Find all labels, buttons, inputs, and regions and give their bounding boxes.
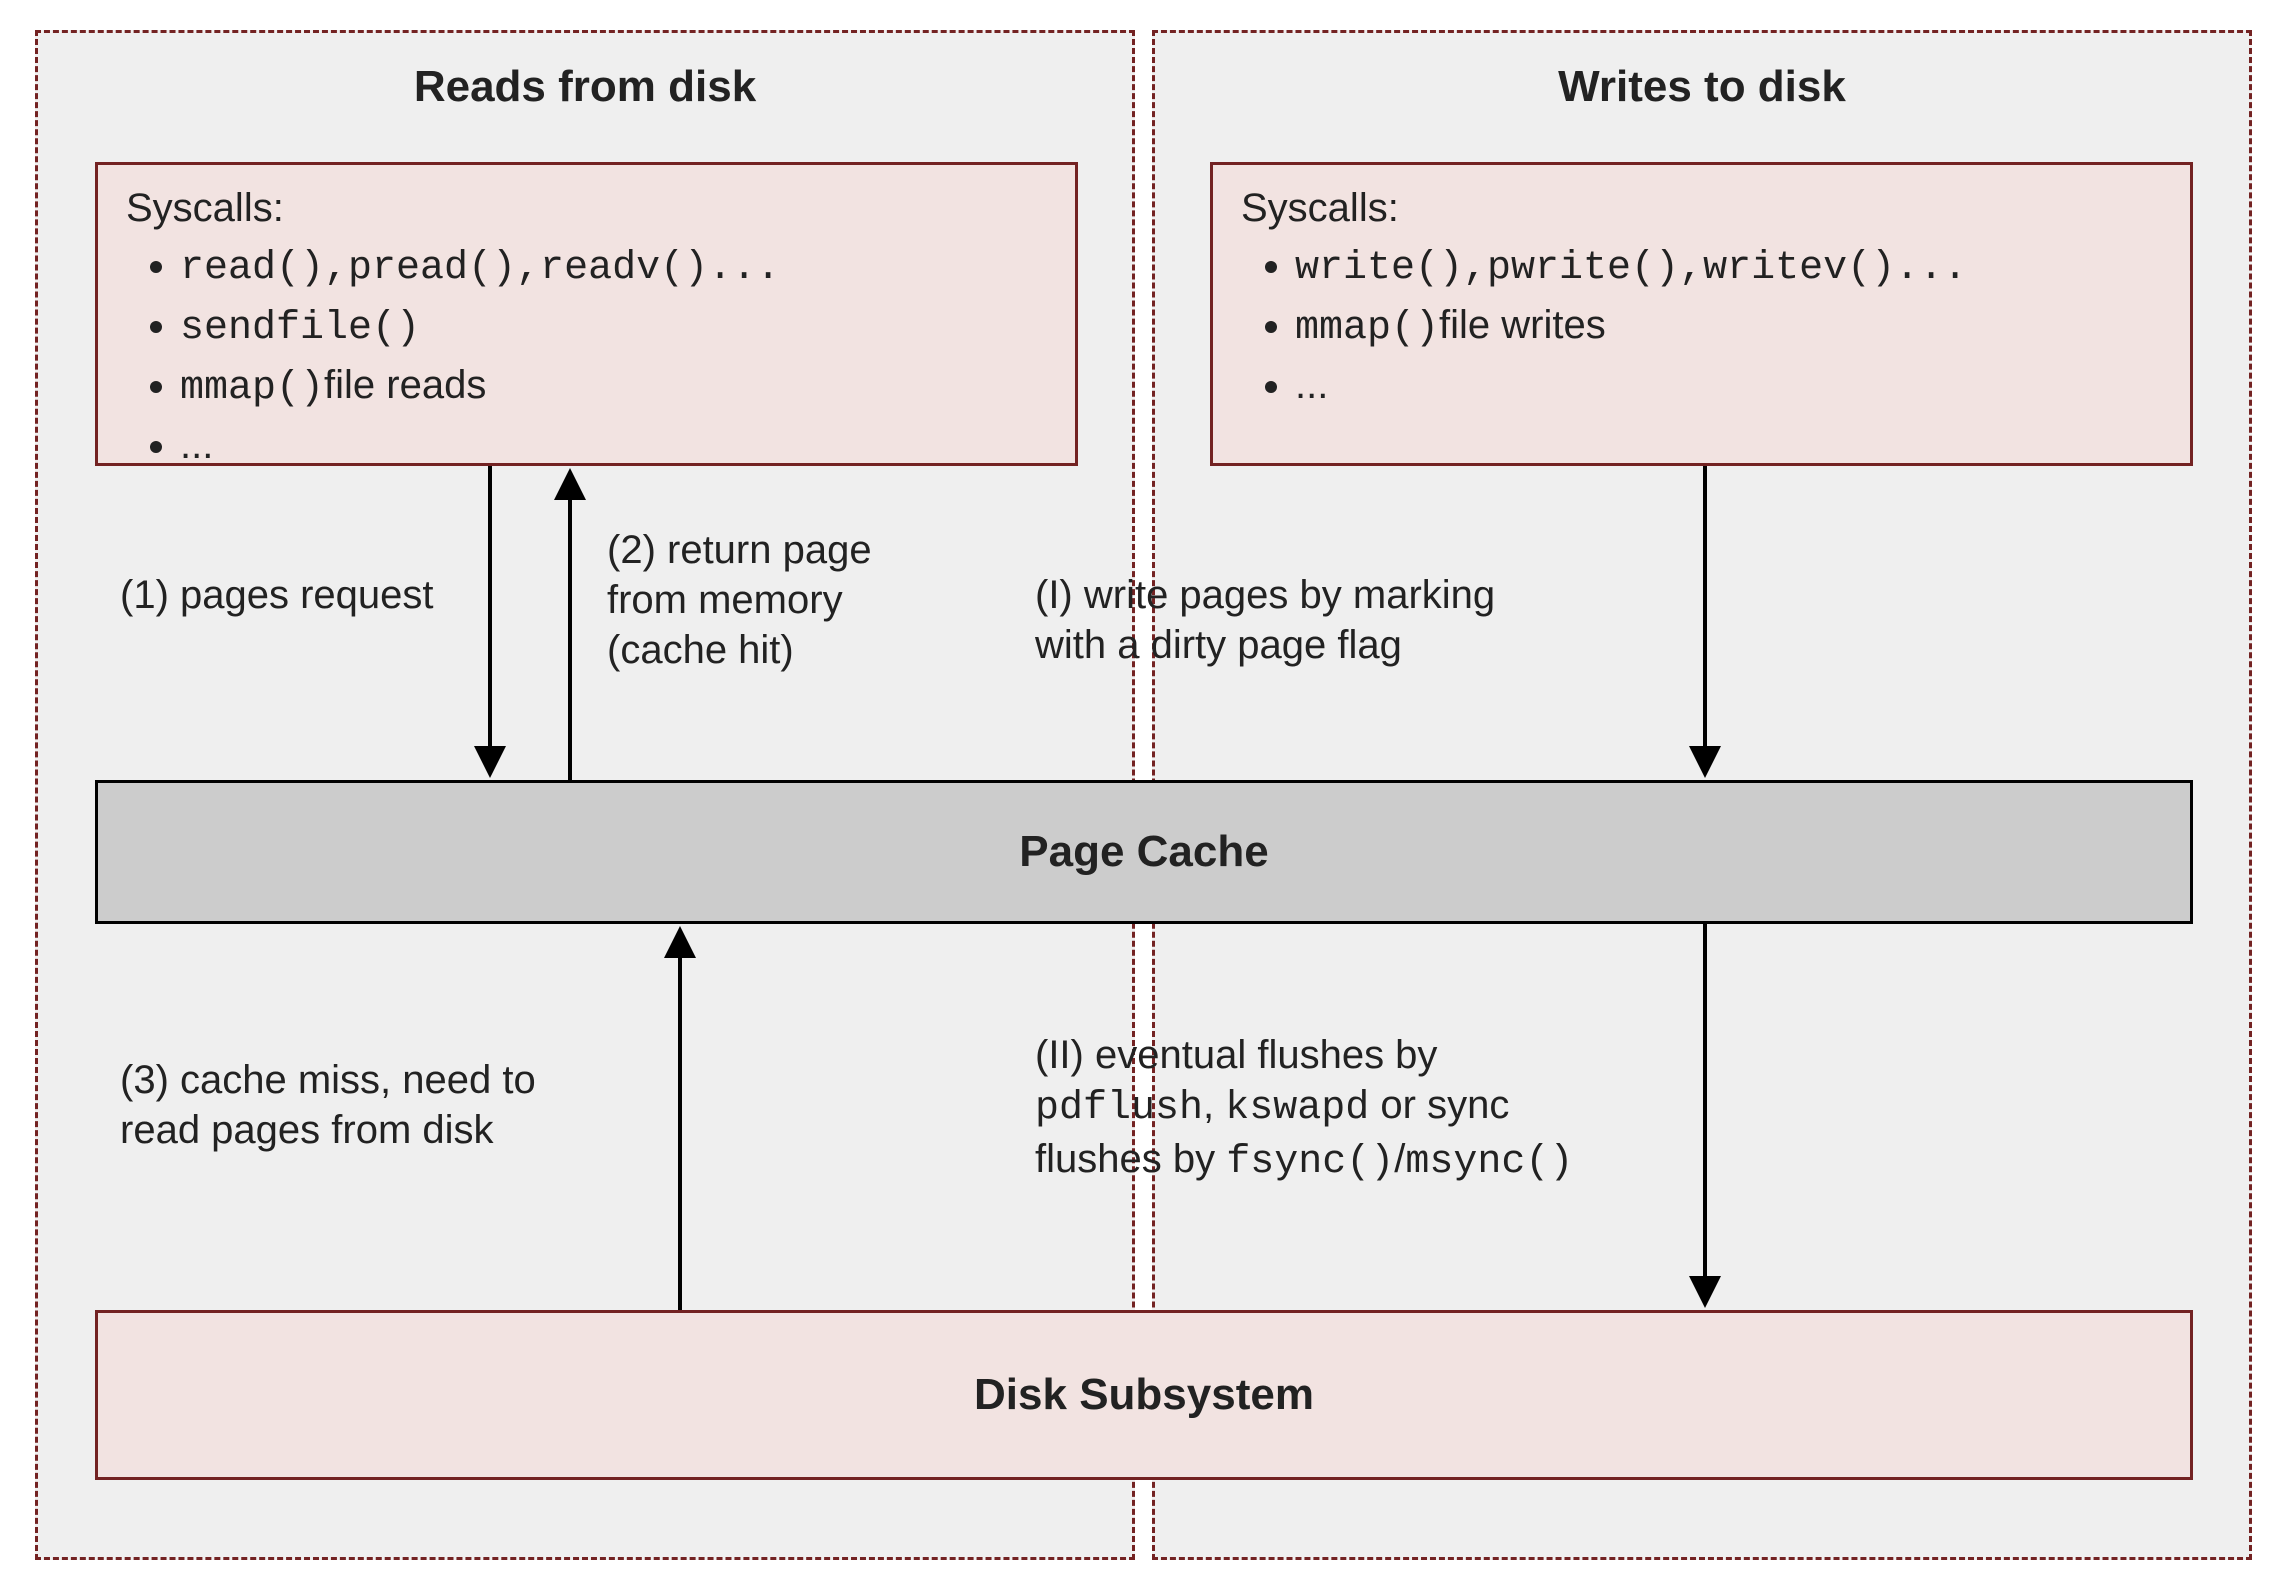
diagram-canvas: Reads from disk Writes to disk Syscalls:…: [0, 0, 2288, 1586]
arrows-svg: [0, 0, 2288, 1586]
